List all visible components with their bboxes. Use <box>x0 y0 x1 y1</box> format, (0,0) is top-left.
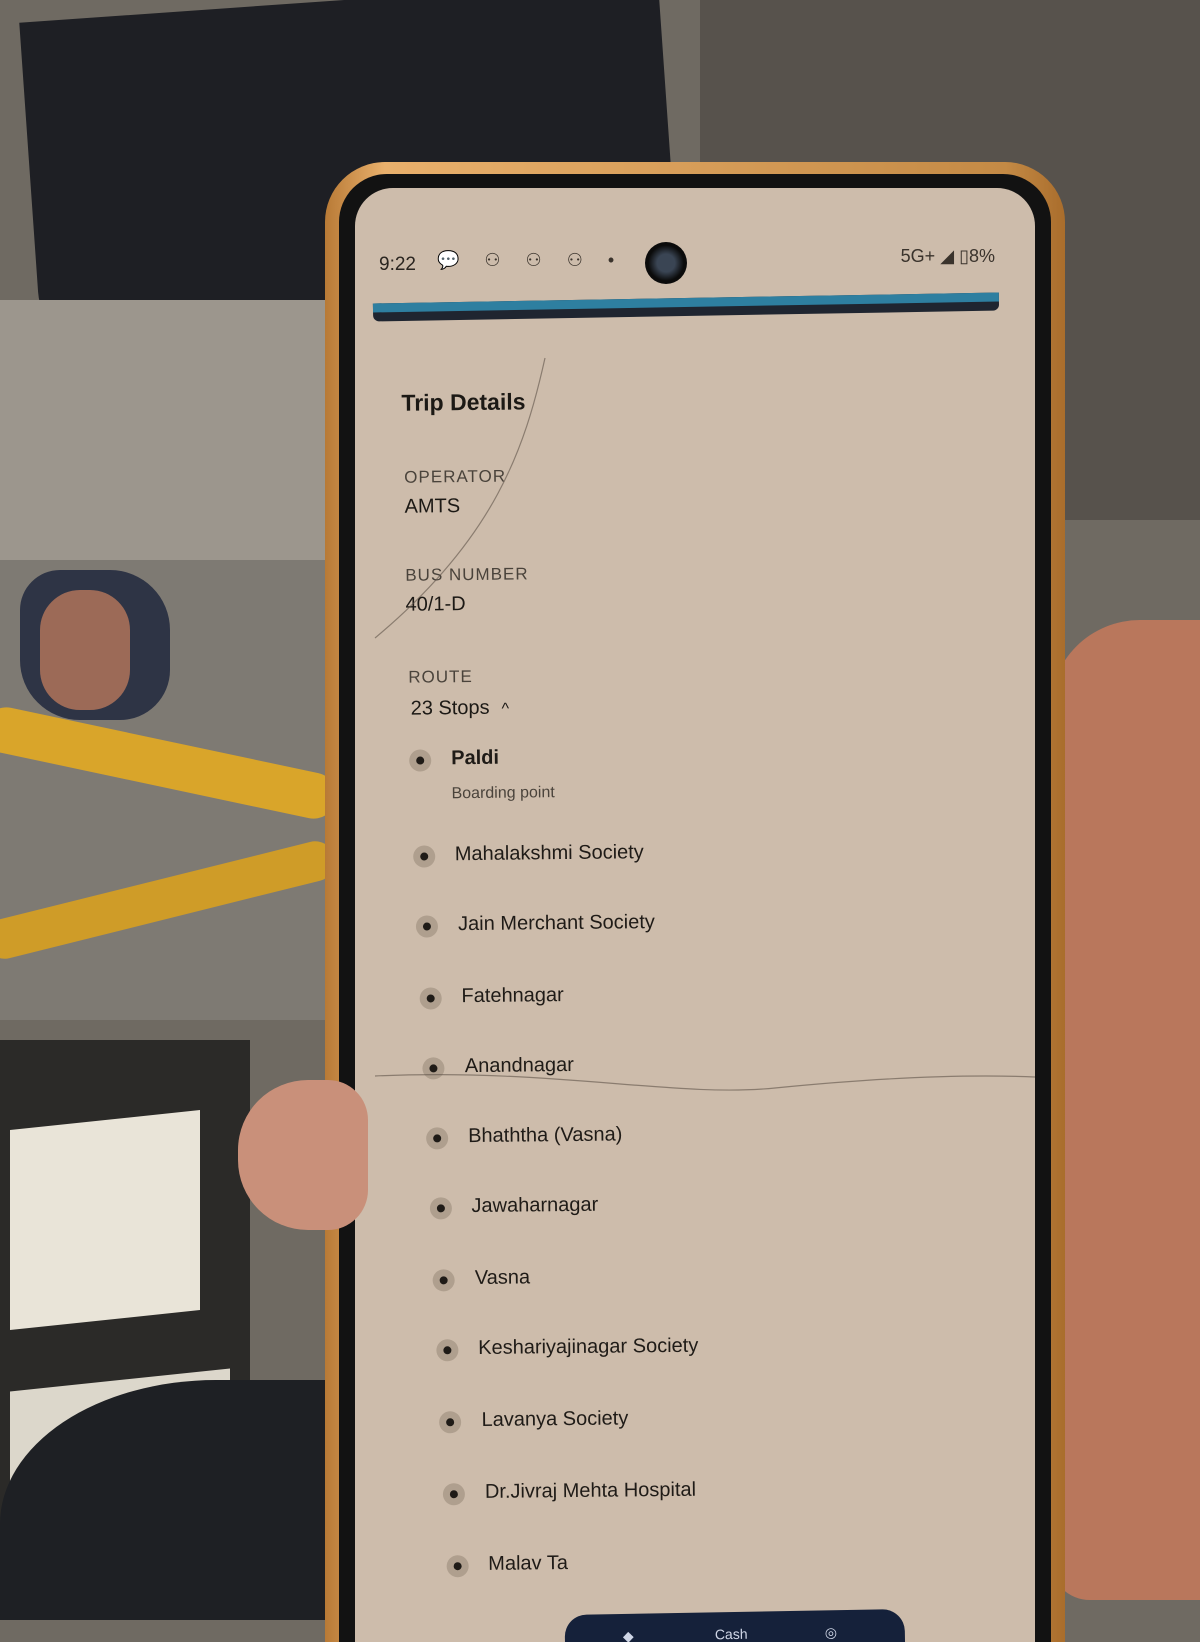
bus-number-value: 40/1-D <box>405 593 466 616</box>
stop-dot-icon <box>419 987 442 1010</box>
stop-name: Paldi <box>451 746 500 770</box>
stop-name: Mahalakshmi Society <box>454 841 644 866</box>
stop-item[interactable]: Mahalakshmi Society <box>412 836 973 882</box>
stop-dot-icon <box>446 1555 469 1578</box>
battery-level: 8% <box>968 246 995 266</box>
bottom-nav-cash[interactable]: Cash <box>715 1626 748 1642</box>
battery-icon: ▯ <box>959 246 969 266</box>
settings-icon[interactable]: ◎ <box>825 1624 838 1641</box>
page-title: Trip Details <box>401 388 526 416</box>
stop-item[interactable]: Vasna <box>432 1260 993 1306</box>
stop-dot-icon <box>442 1483 466 1506</box>
status-time: 9:22 <box>379 254 416 275</box>
window-glass <box>10 1110 200 1330</box>
bus-step-background <box>0 300 340 560</box>
top-progress-fill <box>372 292 999 313</box>
stop-name: Keshariyajinagar Society <box>478 1334 699 1359</box>
stop-dot-icon <box>436 1339 459 1362</box>
signal-icon: 5G+ <box>900 246 936 266</box>
bottom-nav: ◆ Cash ◎ <box>564 1609 906 1642</box>
stop-name: Malav Ta <box>488 1552 569 1575</box>
chevron-up-icon: ^ <box>501 700 510 718</box>
stop-dot-icon <box>426 1127 449 1150</box>
operator-value: AMTS <box>404 495 461 518</box>
stop-name: Lavanya Society <box>481 1407 629 1431</box>
stop-name: Jawaharnagar <box>471 1193 599 1218</box>
stop-dot-icon <box>422 1057 445 1080</box>
front-camera <box>645 242 687 284</box>
stop-item[interactable]: Keshariyajinagar Society <box>436 1330 996 1376</box>
trip-details-card: Trip Details OPERATOR AMTS BUS NUMBER 40… <box>375 351 1020 1642</box>
stop-name: Dr.Jivraj Mehta Hospital <box>484 1478 697 1503</box>
stop-item[interactable]: Dr.Jivraj Mehta Hospital <box>442 1473 1003 1519</box>
route-stops-toggle[interactable]: 23 Stops ^ <box>411 697 510 721</box>
top-progress-bar <box>372 292 1000 322</box>
stop-name: Fatehnagar <box>461 984 564 1008</box>
foot-background <box>40 590 130 710</box>
phone-bezel: 9:22 💬 ⚇ ⚇ ⚇ • 5G+ ◢ ▯8% Trip Details OP… <box>339 174 1051 1642</box>
stop-item[interactable]: Malav Ta <box>446 1545 1006 1591</box>
stop-name: Jain Merchant Society <box>458 911 655 936</box>
route-stops-count: 23 Stops <box>410 696 490 720</box>
operator-label: OPERATOR <box>404 466 507 487</box>
stop-dot-icon <box>412 845 435 868</box>
phone-frame: 9:22 💬 ⚇ ⚇ ⚇ • 5G+ ◢ ▯8% Trip Details OP… <box>325 162 1065 1642</box>
stop-dot-icon <box>432 1269 455 1292</box>
stop-item[interactable]: Paldi Boarding point <box>409 740 969 802</box>
stop-dot-icon <box>439 1411 462 1434</box>
stop-item[interactable]: Bhaththa (Vasna) <box>426 1118 986 1164</box>
stops-list: Paldi Boarding point Mahalakshmi Society Ja… <box>409 740 969 1578</box>
stop-dot-icon <box>409 749 432 772</box>
status-right: 5G+ ◢ ▯8% <box>901 246 995 267</box>
stop-name: Bhaththa (Vasna) <box>468 1123 623 1148</box>
stop-name: Vasna <box>474 1266 531 1290</box>
home-icon[interactable]: ◆ <box>623 1628 634 1642</box>
hand-background <box>1050 620 1200 1600</box>
stop-item[interactable]: Fatehnagar <box>419 978 979 1024</box>
stop-name: Anandnagar <box>464 1053 574 1078</box>
status-bar: 9:22 💬 ⚇ ⚇ ⚇ • 5G+ ◢ ▯8% <box>355 188 1035 284</box>
stop-item[interactable]: Jain Merchant Society <box>416 906 976 952</box>
signal-bars-icon: ◢ <box>940 246 955 266</box>
stop-subtitle: Boarding point <box>451 784 555 803</box>
phone-screen: 9:22 💬 ⚇ ⚇ ⚇ • 5G+ ◢ ▯8% Trip Details OP… <box>355 188 1035 1642</box>
thumb-background <box>238 1080 368 1230</box>
route-label: ROUTE <box>408 666 473 687</box>
stop-dot-icon <box>429 1197 452 1220</box>
stop-item[interactable]: Anandnagar <box>422 1048 983 1094</box>
stop-dot-icon <box>416 915 439 938</box>
notification-icons: 💬 ⚇ ⚇ ⚇ • <box>437 250 625 270</box>
bus-number-label: BUS NUMBER <box>405 564 529 585</box>
stop-item[interactable]: Jawaharnagar <box>429 1188 989 1234</box>
stop-item[interactable]: Lavanya Society <box>439 1402 999 1448</box>
